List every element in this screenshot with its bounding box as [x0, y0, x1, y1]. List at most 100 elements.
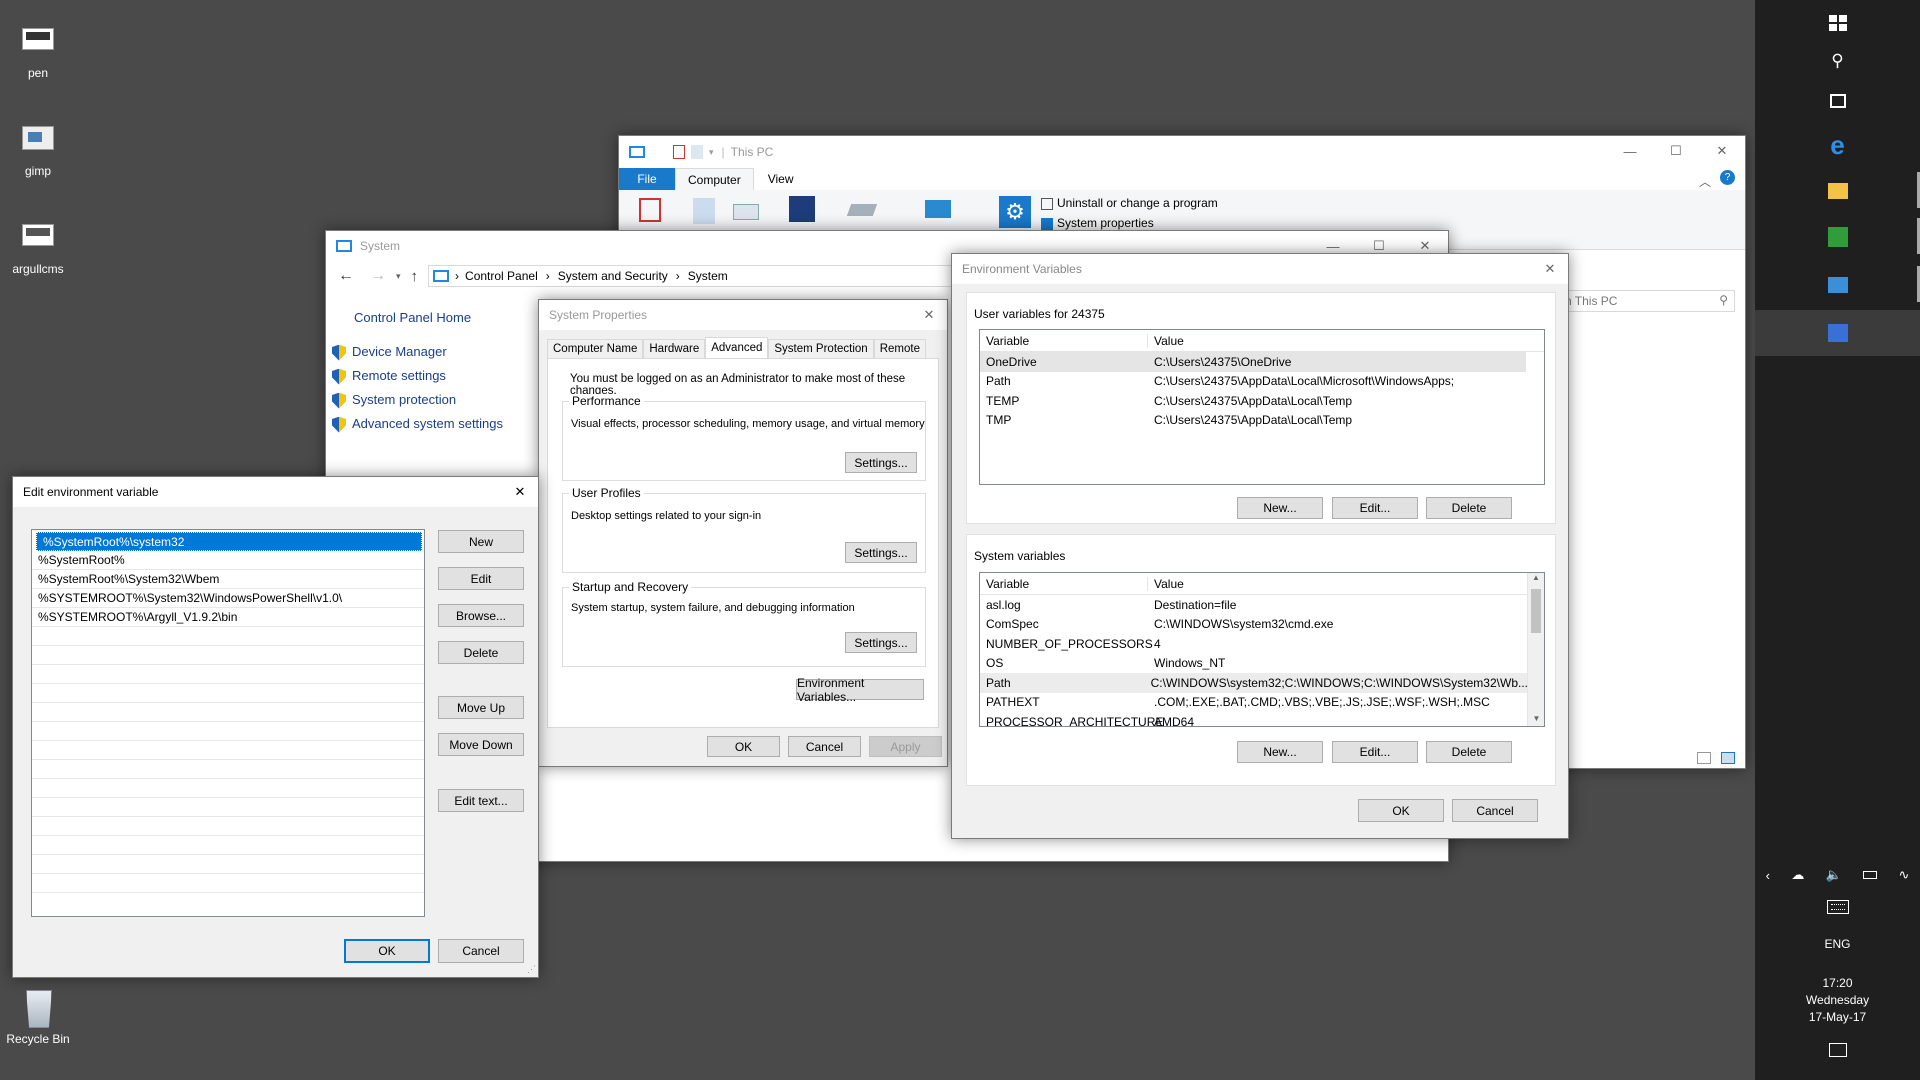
battery-icon[interactable]: [1863, 871, 1878, 879]
back-icon[interactable]: ←: [338, 267, 354, 285]
tab-hardware[interactable]: Hardware: [643, 339, 706, 359]
cancel-button[interactable]: Cancel: [788, 736, 861, 757]
performance-settings-button[interactable]: Settings...: [845, 452, 917, 473]
list-item[interactable]: %SystemRoot%\system32: [36, 532, 422, 551]
empty-list-item[interactable]: [32, 627, 424, 646]
breadcrumb-item[interactable]: Control Panel: [465, 269, 538, 283]
rename-ribbon-icon[interactable]: [733, 204, 759, 220]
empty-list-item[interactable]: [32, 703, 424, 722]
list-item[interactable]: %SYSTEMROOT%\Argyll_V1.9.2\bin: [32, 608, 424, 627]
user-new-button[interactable]: New...: [1237, 497, 1323, 519]
table-row[interactable]: asl.log Destination=file: [980, 595, 1544, 615]
close-button[interactable]: ✕: [1699, 136, 1745, 166]
table-row[interactable]: NUMBER_OF_PROCESSORS 4: [980, 634, 1544, 654]
empty-list-item[interactable]: [32, 798, 424, 817]
column-header-variable[interactable]: Variable: [980, 576, 1148, 591]
move-down-button[interactable]: Move Down: [438, 733, 524, 756]
system-protection-link[interactable]: System protection: [332, 392, 456, 409]
env-cancel-button[interactable]: Cancel: [1452, 799, 1538, 822]
user-profiles-settings-button[interactable]: Settings...: [845, 542, 917, 563]
breadcrumb-item[interactable]: System and Security: [558, 269, 668, 283]
ok-button[interactable]: OK: [344, 939, 430, 963]
control-panel-home-link[interactable]: Control Panel Home: [354, 310, 471, 325]
ok-button[interactable]: OK: [707, 736, 780, 757]
help-icon[interactable]: ?: [1720, 170, 1735, 185]
edit-entry-button[interactable]: Edit: [438, 567, 524, 590]
maximize-button[interactable]: ☐: [1653, 136, 1699, 166]
explorer-search[interactable]: h This PC ⚲: [1560, 290, 1735, 312]
show-hidden-icons-icon[interactable]: ‹: [1766, 868, 1770, 883]
user-variables-list[interactable]: Variable Value OneDrive C:\Users\24375\On…: [979, 329, 1545, 485]
tiles-view-icon[interactable]: [1721, 752, 1735, 764]
empty-list-item[interactable]: [32, 646, 424, 665]
system-variables-list[interactable]: Variable Value asl.log Destination=file C…: [979, 572, 1545, 727]
table-row[interactable]: TEMP C:\Users\24375\AppData\Local\Temp: [980, 391, 1544, 411]
system-edit-button[interactable]: Edit...: [1332, 741, 1418, 763]
control-panel-button[interactable]: [1755, 262, 1920, 308]
table-row[interactable]: PATHEXT .COM;.EXE;.BAT;.CMD;.VBS;.VBE;.JS…: [980, 693, 1544, 713]
chevron-down-icon[interactable]: ▾: [709, 147, 714, 158]
table-row[interactable]: ComSpec C:\WINDOWS\system32\cmd.exe: [980, 615, 1544, 635]
table-row[interactable]: OneDrive C:\Users\24375\OneDrive: [980, 352, 1526, 372]
edit-text-button[interactable]: Edit text...: [438, 789, 524, 812]
scrollbar[interactable]: ▲ ▼: [1527, 573, 1544, 726]
properties-icon[interactable]: [673, 145, 685, 159]
move-up-button[interactable]: Move Up: [438, 696, 524, 719]
new-entry-button[interactable]: New: [438, 530, 524, 553]
close-button[interactable]: ✕: [1532, 254, 1568, 284]
desktop-icon-gimp[interactable]: gimp: [0, 120, 78, 178]
task-view-button[interactable]: [1755, 78, 1920, 124]
system-new-button[interactable]: New...: [1237, 741, 1323, 763]
wifi-icon[interactable]: ∿: [1898, 867, 1909, 883]
tab-advanced[interactable]: Advanced: [705, 337, 769, 359]
scrollbar-thumb[interactable]: [1531, 589, 1541, 633]
new-folder-icon[interactable]: [691, 145, 703, 159]
recent-chevron-icon[interactable]: ▾: [396, 271, 401, 282]
tab-system-protection[interactable]: System Protection: [768, 339, 874, 359]
onedrive-icon[interactable]: ☁: [1791, 867, 1804, 883]
column-header-value[interactable]: Value: [1148, 577, 1184, 591]
network-ribbon-icon[interactable]: [925, 200, 951, 218]
language-indicator[interactable]: ENG: [1755, 937, 1920, 951]
env-ok-button[interactable]: OK: [1358, 799, 1444, 822]
device-manager-link[interactable]: Device Manager: [332, 344, 447, 361]
clock[interactable]: 17:20 Wednesday 17-May-17: [1755, 975, 1920, 1026]
edge-button[interactable]: e: [1755, 122, 1920, 168]
table-row[interactable]: TMP C:\Users\24375\AppData\Local\Temp: [980, 411, 1544, 431]
apply-button[interactable]: Apply: [869, 736, 942, 757]
advanced-system-settings-link[interactable]: Advanced system settings: [332, 416, 503, 433]
table-row[interactable]: Path C:\WINDOWS\system32;C:\WINDOWS;C:\WI…: [980, 673, 1528, 693]
list-item[interactable]: %SystemRoot%\System32\Wbem: [32, 570, 424, 589]
settings-ribbon-icon[interactable]: ⚙: [999, 196, 1031, 228]
system-properties-button[interactable]: [1755, 310, 1920, 356]
desktop-icon-pen[interactable]: pen: [0, 22, 78, 80]
chevron-up-icon[interactable]: ︿: [1699, 173, 1711, 190]
drive-ribbon-icon[interactable]: [846, 204, 878, 216]
tab-view[interactable]: View: [754, 172, 808, 186]
open-ribbon-icon[interactable]: [693, 198, 715, 224]
up-icon[interactable]: ↑: [411, 268, 419, 285]
empty-list-item[interactable]: [32, 817, 424, 836]
empty-list-item[interactable]: [32, 665, 424, 684]
tab-remote[interactable]: Remote: [873, 339, 926, 359]
scroll-down-icon[interactable]: ▼: [1528, 714, 1544, 726]
tab-file[interactable]: File: [619, 168, 675, 190]
browse-button[interactable]: Browse...: [438, 604, 524, 627]
breadcrumb-item[interactable]: System: [688, 269, 728, 283]
table-row[interactable]: OS Windows_NT: [980, 654, 1544, 674]
empty-list-item[interactable]: [32, 722, 424, 741]
tab-computer[interactable]: Computer: [675, 168, 754, 190]
resize-grip-icon[interactable]: ⋰: [527, 964, 536, 975]
empty-list-item[interactable]: [32, 874, 424, 893]
empty-list-item[interactable]: [32, 760, 424, 779]
list-item[interactable]: %SYSTEMROOT%\System32\WindowsPowerShell\…: [32, 589, 424, 608]
desktop-icon-recycle-bin[interactable]: Recycle Bin: [0, 988, 78, 1046]
path-entries-list[interactable]: %SystemRoot%\system32 %SystemRoot% %Syst…: [31, 529, 425, 917]
scroll-up-icon[interactable]: ▲: [1528, 573, 1544, 587]
close-button[interactable]: ✕: [911, 300, 947, 330]
properties-ribbon-icon[interactable]: [639, 198, 661, 222]
delete-entry-button[interactable]: Delete: [438, 641, 524, 664]
user-edit-button[interactable]: Edit...: [1332, 497, 1418, 519]
column-header-value[interactable]: Value: [1148, 334, 1184, 348]
minimize-button[interactable]: —: [1607, 136, 1653, 166]
